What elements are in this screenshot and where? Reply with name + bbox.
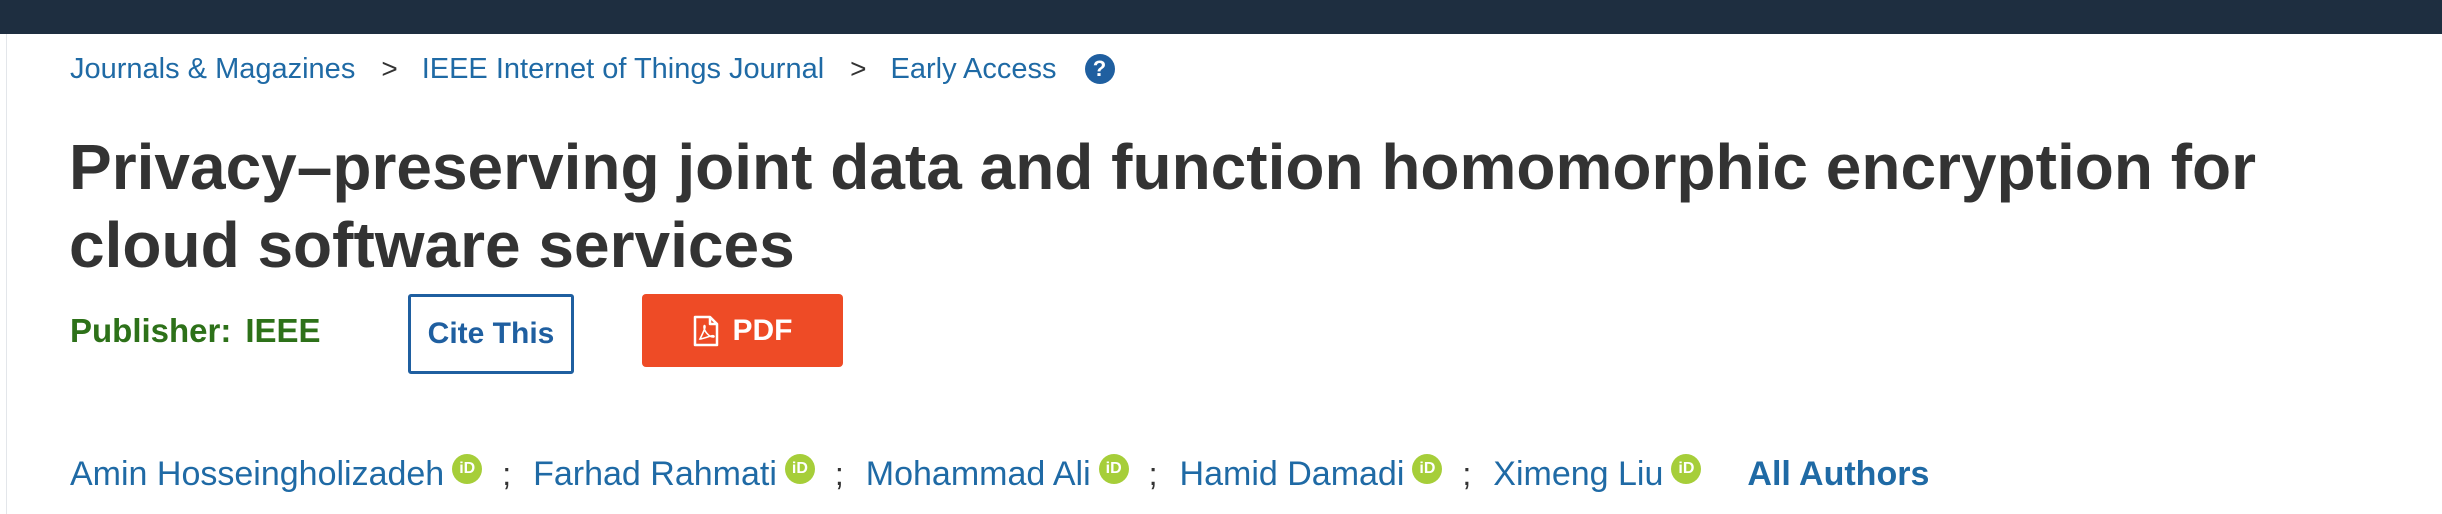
author-separator: ; (1462, 455, 1472, 492)
orcid-icon[interactable]: iD (452, 454, 483, 484)
cite-this-button[interactable]: Cite This (408, 294, 574, 374)
breadcrumb: Journals & Magazines > IEEE Internet of … (70, 48, 1115, 90)
orcid-icon[interactable]: iD (784, 454, 815, 484)
pdf-button[interactable]: PDF (642, 294, 843, 367)
author-link[interactable]: Mohammad Ali iD (865, 454, 1129, 494)
breadcrumb-separator: > (381, 53, 398, 84)
author-separator: ; (502, 455, 512, 492)
author-name: Farhad Rahmati (533, 454, 777, 493)
help-icon[interactable]: ? (1084, 54, 1115, 84)
authors-list: Amin Hosseingholizadeh iD ; Farhad Rahma… (70, 448, 1929, 500)
orcid-icon[interactable]: iD (1412, 454, 1443, 484)
author-name: Mohammad Ali (865, 454, 1091, 493)
page-title: Privacy–preserving joint data and functi… (69, 131, 2256, 281)
author-link[interactable]: Ximeng Liu iD (1493, 454, 1702, 494)
publisher-info: Publisher: IEEE (70, 312, 321, 350)
publisher-label: Publisher: (70, 312, 232, 349)
author-name: Amin Hosseingholizadeh (70, 454, 445, 493)
breadcrumb-early-access[interactable]: Early Access (891, 53, 1057, 86)
author-name: Hamid Damadi (1179, 454, 1405, 493)
author-link[interactable]: Amin Hosseingholizadeh iD (70, 454, 483, 494)
author-separator: ; (834, 455, 844, 492)
orcid-icon[interactable]: iD (1671, 454, 1702, 484)
author-link[interactable]: Farhad Rahmati iD (533, 454, 815, 494)
top-navigation-bar (0, 0, 2442, 34)
breadcrumb-iot-journal[interactable]: IEEE Internet of Things Journal (422, 53, 824, 86)
author-separator: ; (1148, 455, 1158, 492)
all-authors-link[interactable]: All Authors (1747, 455, 1929, 494)
orcid-icon[interactable]: iD (1098, 454, 1129, 484)
left-border-line (6, 34, 7, 514)
author-link[interactable]: Hamid Damadi iD (1179, 454, 1443, 494)
breadcrumb-separator: > (850, 53, 867, 84)
breadcrumb-journals-magazines[interactable]: Journals & Magazines (70, 53, 355, 86)
pdf-button-label: PDF (732, 313, 793, 347)
author-name: Ximeng Liu (1493, 454, 1664, 493)
pdf-file-icon (693, 315, 718, 346)
publisher-value: IEEE (245, 312, 321, 349)
